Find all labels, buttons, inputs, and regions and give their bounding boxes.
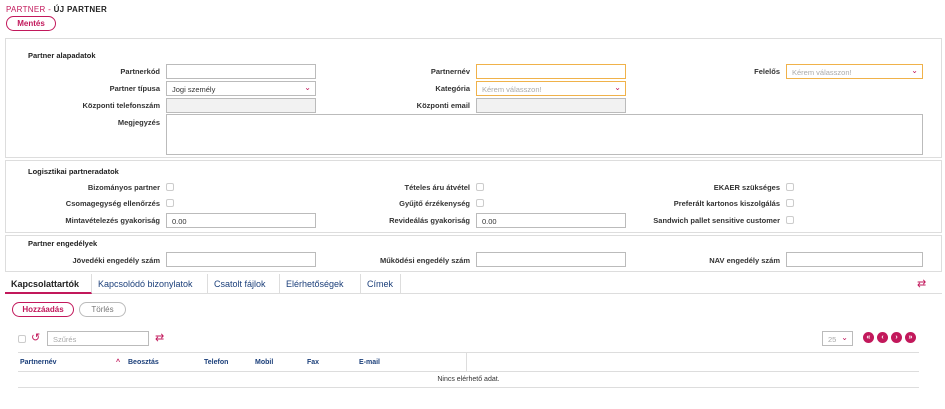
partner-code-input[interactable]	[166, 64, 316, 79]
tab-addresses[interactable]: Címek	[361, 274, 401, 294]
partner-name-label: Partnernév	[430, 67, 470, 76]
partner-type-label: Partner típusa	[109, 84, 160, 93]
filter-placeholder: Szűrés	[53, 335, 77, 344]
partner-name-input[interactable]	[476, 64, 626, 79]
itemized-label: Tételes áru átvétel	[404, 183, 470, 192]
ekaer-label: EKAER szükséges	[713, 183, 780, 192]
tab-related-documents[interactable]: Kapcsolódó bizonylatok	[92, 274, 208, 294]
note-label: Megjegyzés	[117, 118, 160, 127]
col-position[interactable]: Beosztás	[128, 359, 159, 366]
collect-checkbox[interactable]	[476, 199, 484, 207]
grid-header: Partnernév ^ Beosztás Telefon Mobil Fax …	[18, 352, 919, 372]
tab-bar: Kapcsolattartók Kapcsolódó bizonylatok C…	[5, 274, 942, 294]
central-email-input[interactable]	[476, 98, 626, 113]
col-fax[interactable]: Fax	[307, 359, 319, 366]
last-page-icon[interactable]: »	[905, 332, 916, 343]
col-email[interactable]: E-mail	[359, 359, 380, 366]
prev-page-icon[interactable]: ‹	[877, 332, 888, 343]
nav-label: NAV engedély szám	[709, 256, 780, 265]
sandwich-label: Sandwich pallet sensitive customer	[653, 216, 780, 225]
responsible-select[interactable]: Kérem válasszon! ⌄	[786, 64, 923, 79]
revision-label: Revideálás gyakoriság	[389, 216, 470, 225]
category-select[interactable]: Kérem válasszon! ⌄	[476, 81, 626, 96]
column-divider	[466, 353, 467, 372]
partner-type-value: Jogi személy	[172, 85, 216, 94]
chevron-down-icon: ⌄	[841, 333, 848, 342]
sort-up-icon: ^	[116, 359, 121, 366]
chevron-down-icon: ⌄	[614, 83, 621, 92]
swap-icon[interactable]: ⇄	[155, 331, 164, 344]
empty-message: Nincs elérhető adat.	[18, 372, 919, 388]
delete-button[interactable]: Törlés	[79, 302, 126, 317]
add-button[interactable]: Hozzáadás	[12, 302, 74, 317]
partner-type-select[interactable]: Jogi személy ⌄	[166, 81, 316, 96]
tab-attached-files[interactable]: Csatolt fájlok	[208, 274, 280, 294]
central-phone-input[interactable]	[166, 98, 316, 113]
breadcrumb: PARTNER - ÚJ PARTNER	[6, 5, 107, 14]
swap-icon[interactable]: ⇄	[917, 277, 926, 290]
sandwich-checkbox[interactable]	[786, 216, 794, 224]
responsible-label: Felelős	[754, 67, 780, 76]
operating-input[interactable]	[476, 252, 626, 267]
sampling-label: Mintavételezés gyakoriság	[65, 216, 160, 225]
chevron-down-icon: ⌄	[911, 66, 918, 75]
revision-input[interactable]: 0.00	[476, 213, 626, 228]
tab-availability[interactable]: Elérhetőségek	[280, 274, 361, 294]
refresh-icon[interactable]: ↺	[31, 331, 40, 344]
note-textarea[interactable]	[166, 114, 923, 155]
nav-input[interactable]	[786, 252, 923, 267]
col-partner-name[interactable]: Partnernév	[20, 359, 57, 366]
next-page-icon[interactable]: ›	[891, 332, 902, 343]
tab-contacts[interactable]: Kapcsolattartók	[5, 274, 92, 294]
operating-label: Működési engedély szám	[379, 256, 470, 265]
basic-section-title: Partner alapadatok	[28, 51, 96, 60]
breadcrumb-parent[interactable]: PARTNER -	[6, 5, 51, 14]
breadcrumb-current: ÚJ PARTNER	[53, 5, 108, 14]
page-size-select[interactable]: 25 ⌄	[822, 331, 853, 346]
col-mobile[interactable]: Mobil	[255, 359, 273, 366]
permits-section-title: Partner engedélyek	[28, 239, 98, 248]
chevron-down-icon: ⌄	[304, 83, 311, 92]
package-check-label: Csomagegység ellenőrzés	[65, 199, 160, 208]
select-all-checkbox[interactable]	[18, 335, 26, 343]
sampling-input[interactable]: 0.00	[166, 213, 316, 228]
logistics-section-title: Logisztikai partneradatok	[28, 167, 119, 176]
page-size-value: 25	[828, 335, 837, 344]
filter-input[interactable]: Szűrés	[47, 331, 149, 346]
consignment-label: Bizományos partner	[87, 183, 160, 192]
partner-code-label: Partnerkód	[120, 67, 160, 76]
first-page-icon[interactable]: «	[863, 332, 874, 343]
central-email-label: Központi email	[416, 101, 470, 110]
consignment-checkbox[interactable]	[166, 183, 174, 191]
itemized-checkbox[interactable]	[476, 183, 484, 191]
ekaer-checkbox[interactable]	[786, 183, 794, 191]
carton-label: Preferált kartonos kiszolgálás	[673, 199, 780, 208]
category-placeholder: Kérem válasszon!	[482, 85, 542, 94]
carton-checkbox[interactable]	[786, 199, 794, 207]
category-label: Kategória	[435, 84, 470, 93]
col-phone[interactable]: Telefon	[204, 359, 228, 366]
central-phone-label: Központi telefonszám	[82, 101, 160, 110]
excise-input[interactable]	[166, 252, 316, 267]
excise-label: Jövedéki engedély szám	[72, 256, 160, 265]
collect-label: Gyűjtő érzékenység	[399, 199, 470, 208]
save-button[interactable]: Mentés	[6, 16, 56, 31]
package-check-checkbox[interactable]	[166, 199, 174, 207]
responsible-placeholder: Kérem válasszon!	[792, 68, 852, 77]
